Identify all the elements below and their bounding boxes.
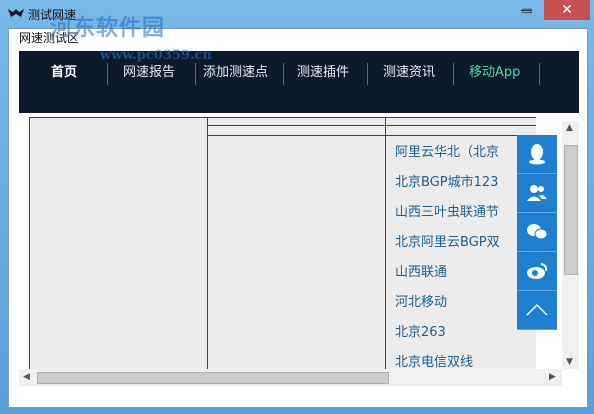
- scroll-left-arrow-icon[interactable]: ◀: [23, 372, 30, 382]
- scroll-right-arrow-icon[interactable]: ▶: [549, 372, 556, 382]
- scroll-down-arrow-icon[interactable]: ▼: [566, 357, 573, 367]
- nav-divider: [107, 63, 108, 85]
- nav-item-plugin[interactable]: 测速插件: [297, 61, 349, 80]
- nav-divider: [195, 63, 196, 85]
- scroll-up-arrow-icon[interactable]: ▲: [566, 123, 573, 133]
- back-to-top-icon[interactable]: [517, 291, 557, 330]
- nav-divider: [367, 63, 368, 85]
- nav-item-home[interactable]: 首页: [51, 61, 77, 80]
- nav-divider: [283, 63, 284, 85]
- qq-icon[interactable]: [517, 135, 557, 174]
- table-header-line: [208, 135, 536, 136]
- table-header-line: [208, 125, 536, 126]
- nav-item-news[interactable]: 测速资讯: [383, 61, 435, 80]
- nav-divider: [539, 63, 540, 85]
- app-window: 测试网速 — ▭ ✕ 网速测试区 首页 网速报告 添加测速点 测速插件 测速资讯…: [0, 0, 594, 414]
- nav-item-add-node[interactable]: 添加测速点: [203, 61, 268, 80]
- vertical-scroll-thumb[interactable]: [564, 145, 578, 275]
- vertical-scrollbar[interactable]: ▲ ▼: [562, 121, 579, 369]
- server-item[interactable]: 山西联通: [395, 261, 531, 280]
- nav-item-mobile-app[interactable]: 移动App: [469, 61, 520, 80]
- nav-divider: [453, 63, 454, 85]
- wechat-icon[interactable]: [517, 213, 557, 252]
- table-column: [207, 117, 387, 371]
- close-button[interactable]: ✕: [544, 0, 590, 20]
- server-item[interactable]: 北京阿里云BGP双: [395, 231, 531, 250]
- nav-item-report[interactable]: 网速报告: [123, 61, 175, 80]
- horizontal-scroll-thumb[interactable]: [37, 372, 389, 384]
- server-item[interactable]: 北京BGP城市123: [395, 171, 531, 190]
- table-column: [29, 117, 209, 371]
- maximize-button[interactable]: ▭: [516, 0, 538, 20]
- server-item[interactable]: 北京电信双线: [395, 351, 531, 370]
- client-area: 网速测试区 首页 网速报告 添加测速点 测速插件 测速资讯 移动App 阿里云华…: [8, 28, 588, 408]
- speedtest-table: 阿里云华北（北京 北京BGP城市123 山西三叶虫联通节 北京阿里云BGP双 山…: [19, 113, 579, 371]
- server-item[interactable]: 山西三叶虫联通节: [395, 201, 531, 220]
- weibo-icon[interactable]: [517, 252, 557, 291]
- contacts-icon[interactable]: [517, 174, 557, 213]
- watermark-logo: 河东软件园: [50, 15, 166, 41]
- server-item[interactable]: 河北移动: [395, 291, 531, 310]
- server-item[interactable]: 阿里云华北（北京: [395, 141, 531, 160]
- nav-bar-lower: [19, 89, 579, 113]
- horizontal-scrollbar[interactable]: ◀ ▶: [19, 369, 562, 386]
- server-item[interactable]: 北京263: [395, 321, 531, 340]
- app-bat-icon: [8, 9, 24, 17]
- watermark-url: www.pc0359.cn: [100, 48, 212, 63]
